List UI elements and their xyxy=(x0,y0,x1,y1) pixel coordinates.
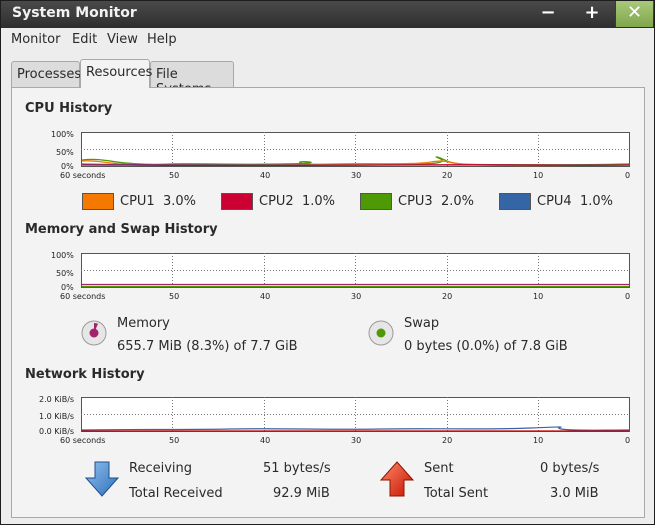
cpu-y-tick: 100% xyxy=(51,130,74,139)
cpu-x-tick: 10 xyxy=(533,171,544,180)
cpu-x-tick: 40 xyxy=(260,171,271,180)
cpu-y-tick: 0% xyxy=(61,162,74,171)
tab-processes[interactable]: Processes xyxy=(11,61,81,87)
memory-value: 655.7 MiB (8.3%) of 7.7 GiB xyxy=(117,339,298,354)
memory-x-tick: 10 xyxy=(533,292,544,301)
cpu2-legend: CPU2 1.0% xyxy=(259,194,335,209)
receiving-label: Receiving xyxy=(129,461,193,476)
total-received-label: Total Received xyxy=(129,486,223,501)
swap-pie-icon[interactable] xyxy=(368,320,394,346)
sent-label: Sent xyxy=(424,461,454,476)
menu-monitor[interactable]: Monitor xyxy=(11,32,60,47)
network-x-tick: 30 xyxy=(351,436,362,445)
total-received-value: 92.9 MiB xyxy=(273,486,330,501)
swap-label: Swap xyxy=(404,316,440,331)
maximize-button[interactable]: + xyxy=(573,1,611,27)
cpu-x-tick: 50 xyxy=(169,171,180,180)
menu-edit[interactable]: Edit xyxy=(72,32,97,47)
cpu3-color-button[interactable] xyxy=(360,193,392,210)
tab-resources[interactable]: Resources xyxy=(80,59,152,88)
cpu-history-title: CPU History xyxy=(25,101,113,116)
cpu-history-graph xyxy=(81,132,631,168)
memory-x-tick: 40 xyxy=(260,292,271,301)
receiving-value: 51 bytes/s xyxy=(263,461,331,476)
sent-value: 0 bytes/s xyxy=(540,461,600,476)
memory-pie-icon[interactable] xyxy=(81,320,107,346)
memory-x-tick: 20 xyxy=(442,292,453,301)
network-history-graph xyxy=(81,397,631,433)
network-y-tick: 2.0 KiB/s xyxy=(39,395,75,404)
menu-bar: Monitor Edit View Help xyxy=(1,28,654,52)
network-history-title: Network History xyxy=(25,367,145,382)
network-x-tick: 50 xyxy=(169,436,180,445)
total-sent-label: Total Sent xyxy=(424,486,489,501)
memory-y-tick: 50% xyxy=(56,269,74,278)
memory-y-tick: 100% xyxy=(51,251,74,260)
memory-history-graph xyxy=(81,253,631,289)
memory-history-title: Memory and Swap History xyxy=(25,222,218,237)
total-sent-value: 3.0 MiB xyxy=(550,486,599,501)
network-x-tick: 10 xyxy=(533,436,544,445)
memory-x-tick: 0 xyxy=(625,292,631,301)
network-x-tick: 40 xyxy=(260,436,271,445)
cpu4-color-button[interactable] xyxy=(499,193,531,210)
cpu-x-tick: 60 seconds xyxy=(60,171,106,180)
system-monitor-window: System Monitor − + ✕ Monitor Edit View H… xyxy=(0,0,655,525)
menu-view[interactable]: View xyxy=(107,32,138,47)
cpu2-color-button[interactable] xyxy=(221,193,253,210)
minimize-button[interactable]: − xyxy=(529,1,567,27)
cpu4-legend: CPU4 1.0% xyxy=(537,194,613,209)
memory-x-tick: 60 seconds xyxy=(60,292,106,301)
cpu3-legend: CPU3 2.0% xyxy=(398,194,474,209)
close-button[interactable]: ✕ xyxy=(615,1,653,27)
window-title: System Monitor xyxy=(12,5,137,21)
memory-label: Memory xyxy=(117,316,170,331)
receiving-arrow-icon[interactable] xyxy=(84,461,120,501)
network-y-tick: 1.0 KiB/s xyxy=(39,412,75,421)
cpu1-color-button[interactable] xyxy=(82,193,114,210)
memory-x-tick: 30 xyxy=(351,292,362,301)
cpu-x-tick: 20 xyxy=(442,171,453,180)
cpu-x-tick: 0 xyxy=(625,171,631,180)
memory-y-tick: 0% xyxy=(61,283,74,292)
network-x-tick: 0 xyxy=(625,436,631,445)
cpu-x-tick: 30 xyxy=(351,171,362,180)
network-x-tick: 20 xyxy=(442,436,453,445)
network-y-tick: 0.0 KiB/s xyxy=(39,427,75,436)
cpu1-legend: CPU1 3.0% xyxy=(120,194,196,209)
network-x-tick: 60 seconds xyxy=(60,436,106,445)
memory-x-tick: 50 xyxy=(169,292,180,301)
cpu-y-tick: 50% xyxy=(56,148,74,157)
tab-file-systems[interactable]: File Systems xyxy=(150,61,234,97)
sent-arrow-icon[interactable] xyxy=(379,461,415,501)
swap-value: 0 bytes (0.0%) of 7.8 GiB xyxy=(404,339,568,354)
menu-help[interactable]: Help xyxy=(147,32,177,47)
title-bar[interactable]: System Monitor − + ✕ xyxy=(1,1,654,28)
